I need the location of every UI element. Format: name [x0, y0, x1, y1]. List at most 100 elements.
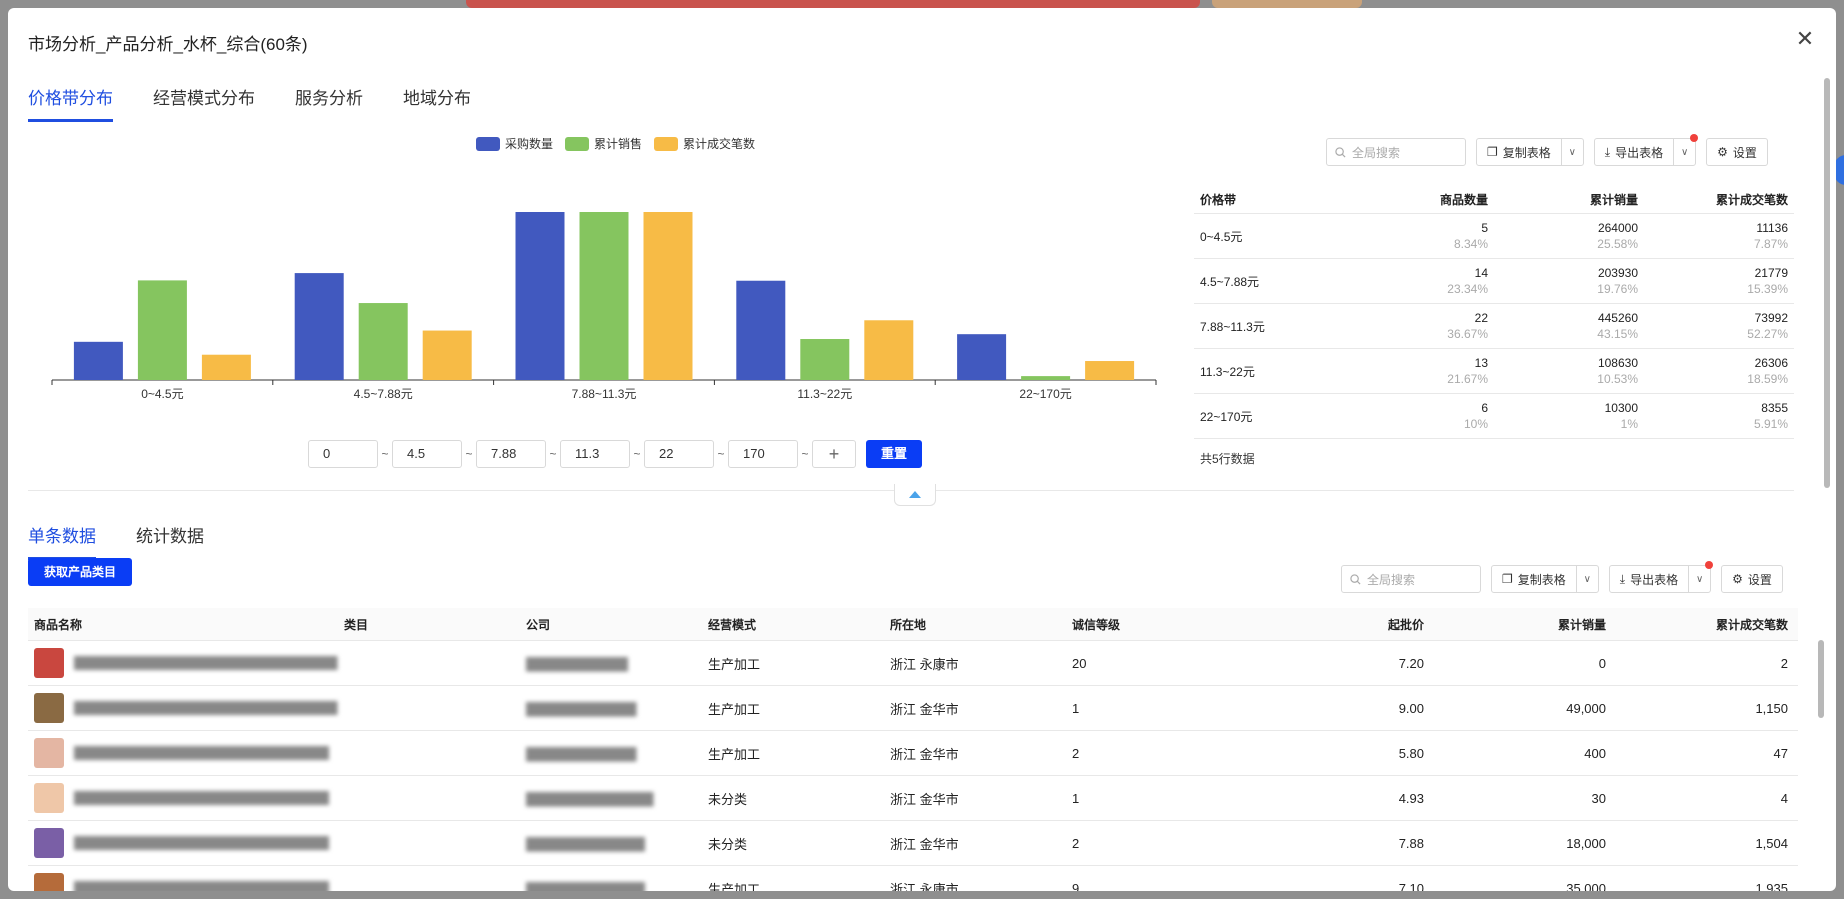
table-row[interactable]: 11.3~22元 13 21.67% 108630 10.53% 26306 18.59%: [1194, 349, 1794, 394]
add-range-button[interactable]: +: [812, 440, 856, 468]
company-text[interactable]: █████████████: [526, 702, 637, 716]
tab-statistics[interactable]: 统计数据: [136, 522, 204, 560]
chevron-down-icon[interactable]: ∨: [1575, 566, 1598, 592]
copy-table-button[interactable]: ❐ 复制表格 ∨: [1491, 565, 1599, 593]
bar-deals[interactable]: [643, 212, 693, 380]
header-item-count[interactable]: 商品数量: [1344, 191, 1494, 208]
cell-business-mode: 生产加工: [708, 881, 761, 892]
collapse-chart-toggle[interactable]: [894, 484, 936, 506]
bar-purchase[interactable]: [73, 341, 123, 380]
bar-purchase[interactable]: [736, 280, 786, 380]
tab-service[interactable]: 服务分析: [295, 84, 363, 122]
table-row[interactable]: ████████████████████████████████████████…: [28, 731, 1798, 776]
product-name-text[interactable]: ██████████████████████████████: [74, 881, 329, 891]
backdrop-bar-red: [466, 0, 1200, 8]
tab-price-band[interactable]: 价格带分布: [28, 84, 113, 122]
close-icon[interactable]: ✕: [1794, 28, 1816, 50]
header-total-sales[interactable]: 累计销量: [1430, 616, 1612, 633]
header-credit-grade[interactable]: 诚信等级: [1066, 616, 1248, 633]
bar-sales[interactable]: [579, 212, 629, 380]
table-row[interactable]: ████████████████████████████████████████…: [28, 686, 1798, 731]
range-input-4[interactable]: 11.3: [560, 440, 630, 468]
product-thumbnail[interactable]: [34, 828, 64, 858]
header-product-name[interactable]: 商品名称: [28, 616, 338, 633]
header-category[interactable]: 类目: [338, 616, 520, 633]
legend-item-purchase[interactable]: 采购数量: [476, 135, 553, 152]
bar-sales[interactable]: [137, 280, 187, 380]
product-thumbnail[interactable]: [34, 648, 64, 678]
range-input-6[interactable]: 170: [728, 440, 798, 468]
header-business-mode[interactable]: 经营模式: [702, 616, 884, 633]
price-range-editor: 0 ~ 4.5 ~ 7.88 ~ 11.3 ~ 22 ~ 170 ~ + 重置: [308, 440, 922, 468]
table-row[interactable]: 22~170元 6 10% 10300 1% 8355 5.91%: [1194, 394, 1794, 439]
company-text[interactable]: ██████████████: [526, 837, 645, 851]
range-input-1[interactable]: 0: [308, 440, 378, 468]
product-table-search-input[interactable]: 全局搜索: [1341, 565, 1481, 593]
header-total-sales[interactable]: 累计销量: [1494, 191, 1644, 208]
header-total-deals[interactable]: 累计成交笔数: [1644, 191, 1794, 208]
company-text[interactable]: ██████████████: [526, 882, 645, 892]
bar-sales[interactable]: [800, 339, 850, 380]
header-price-band[interactable]: 价格带: [1194, 191, 1344, 208]
settings-button[interactable]: ⚙ 设置: [1706, 138, 1768, 166]
settings-button[interactable]: ⚙ 设置: [1721, 565, 1783, 593]
product-thumbnail[interactable]: [34, 738, 64, 768]
fetch-category-button[interactable]: 获取产品类目: [28, 558, 132, 586]
header-min-price[interactable]: 起批价: [1248, 616, 1430, 633]
cell-company: █████████████: [520, 701, 702, 716]
bar-deals[interactable]: [1085, 361, 1135, 380]
tab-business-mode[interactable]: 经营模式分布: [153, 84, 255, 122]
product-name-text[interactable]: ██████████████████████████████: [74, 791, 329, 805]
product-name-text[interactable]: ███████████████████████████████: [74, 656, 338, 670]
company-text[interactable]: █████████████: [526, 747, 637, 761]
table-row[interactable]: 4.5~7.88元 14 23.34% 203930 19.76% 21779 15.39%: [1194, 259, 1794, 304]
header-location[interactable]: 所在地: [884, 616, 1066, 633]
legend-label-sales: 累计销售: [594, 137, 643, 151]
range-input-3[interactable]: 7.88: [476, 440, 546, 468]
bar-purchase[interactable]: [294, 273, 344, 380]
bar-purchase[interactable]: [515, 212, 565, 380]
legend-item-sales[interactable]: 累计销售: [565, 135, 642, 152]
bar-deals[interactable]: [864, 320, 914, 380]
tab-single-data[interactable]: 单条数据: [28, 522, 96, 560]
bar-deals[interactable]: [422, 330, 472, 380]
cell-location: 浙江 金华市: [890, 746, 959, 762]
legend-item-deals[interactable]: 累计成交笔数: [654, 135, 755, 152]
table-row[interactable]: ████████████████████████████████████████…: [28, 821, 1798, 866]
product-thumbnail[interactable]: [34, 693, 64, 723]
table-row[interactable]: 0~4.5元 5 8.34% 264000 25.58% 11136 7.87%: [1194, 214, 1794, 259]
reset-button[interactable]: 重置: [866, 440, 922, 468]
product-thumbnail[interactable]: [34, 783, 64, 813]
cell-total-sales: 108630 10.53%: [1494, 356, 1644, 386]
export-table-button[interactable]: ⤓ 导出表格 ∨: [1608, 561, 1714, 593]
company-text[interactable]: ███████████████: [526, 792, 654, 806]
bar-deals[interactable]: [201, 354, 251, 380]
chevron-down-icon[interactable]: ∨: [1688, 561, 1714, 592]
tab-region[interactable]: 地域分布: [403, 84, 471, 122]
cell-total-sales: 0: [1598, 655, 1606, 671]
range-input-5[interactable]: 22: [644, 440, 714, 468]
copy-table-button[interactable]: ❐ 复制表格 ∨: [1476, 138, 1584, 166]
bar-purchase[interactable]: [957, 334, 1007, 380]
product-thumbnail[interactable]: [34, 873, 64, 891]
range-input-2[interactable]: 4.5: [392, 440, 462, 468]
table-row[interactable]: ████████████████████████████████████████…: [28, 776, 1798, 821]
bar-sales[interactable]: [1021, 376, 1071, 380]
bar-sales[interactable]: [358, 303, 408, 380]
product-name-text[interactable]: ██████████████████████████████: [74, 746, 329, 760]
table-row[interactable]: ████████████████████████████████████████…: [28, 866, 1798, 891]
export-table-button[interactable]: ⤓ 导出表格 ∨: [1593, 134, 1699, 166]
company-text[interactable]: ████████████: [526, 657, 628, 671]
product-name-text[interactable]: ███████████████████████████████: [74, 701, 338, 715]
cell-total-sales: 203930 19.76%: [1494, 266, 1644, 296]
product-name-text[interactable]: ██████████████████████████████: [74, 836, 329, 850]
table-row[interactable]: 7.88~11.3元 22 36.67% 445260 43.15% 73992 52.27…: [1194, 304, 1794, 349]
chevron-down-icon[interactable]: ∨: [1673, 134, 1699, 165]
header-company[interactable]: 公司: [520, 616, 702, 633]
header-total-deals[interactable]: 累计成交笔数: [1612, 616, 1794, 633]
price-table-search-input[interactable]: 全局搜索: [1326, 138, 1466, 166]
modal-scrollbar[interactable]: [1824, 78, 1830, 488]
chevron-down-icon[interactable]: ∨: [1560, 139, 1583, 165]
table-scrollbar[interactable]: [1818, 640, 1824, 718]
table-row[interactable]: ████████████████████████████████████████…: [28, 641, 1798, 686]
